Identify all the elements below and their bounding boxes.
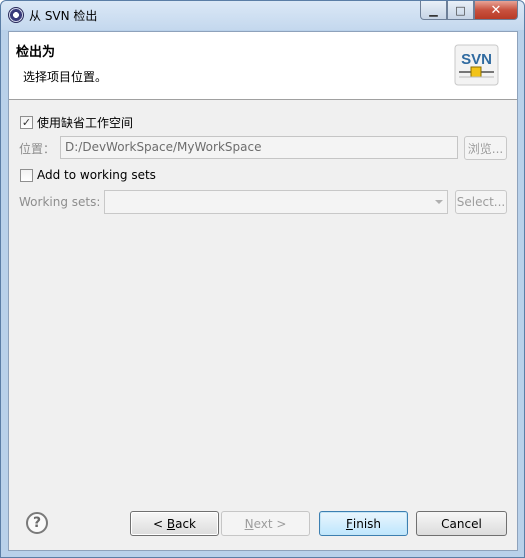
svn-logo-icon: SVN — [454, 44, 499, 86]
add-to-working-sets-row[interactable]: Add to working sets — [20, 168, 156, 182]
close-button[interactable]: ✕ — [474, 1, 518, 20]
title-bar[interactable]: 从 SVN 检出 ▁ □ ✕ — [1, 1, 524, 30]
maximize-button[interactable]: □ — [447, 1, 474, 20]
working-sets-label-row: Working sets: — [19, 195, 100, 209]
select-working-sets-button[interactable]: Select... — [455, 190, 507, 214]
window-title: 从 SVN 检出 — [29, 9, 98, 23]
back-button-mnemonic: B — [166, 516, 176, 531]
back-button[interactable]: < Back — [130, 511, 219, 536]
checkout-dialog-window: 从 SVN 检出 ▁ □ ✕ 检出为 选择项目位置。 SVN ✓ 使用缺省工作空… — [0, 0, 525, 558]
svn-app-icon[interactable] — [8, 7, 24, 23]
working-sets-label: Working sets: — [19, 195, 101, 209]
dialog-client-area: 检出为 选择项目位置。 SVN ✓ 使用缺省工作空间 位置： D:/DevWor… — [8, 31, 518, 551]
use-default-workspace-label: 使用缺省工作空间 — [37, 116, 134, 130]
chevron-down-icon[interactable] — [435, 200, 443, 204]
location-label-row: 位置： — [19, 140, 55, 157]
use-default-workspace-row[interactable]: ✓ 使用缺省工作空间 — [20, 114, 133, 131]
back-button-rest: ack — [175, 516, 196, 531]
svn-logo-text: SVN — [461, 51, 492, 68]
next-button[interactable]: Next > — [221, 511, 310, 536]
next-button-rest: ext > — [253, 516, 287, 531]
back-button-prefix: < — [152, 516, 167, 531]
use-default-workspace-checkbox[interactable]: ✓ — [20, 116, 33, 129]
browse-button[interactable]: 浏览... — [464, 136, 507, 160]
page-title: 检出为 — [16, 45, 56, 60]
caption-buttons: ▁ □ ✕ — [420, 1, 518, 21]
add-to-working-sets-checkbox[interactable] — [20, 168, 33, 182]
page-description: 选择项目位置。 — [23, 70, 108, 84]
finish-button-rest: inish — [352, 516, 382, 531]
add-to-working-sets-label: Add to working sets — [37, 168, 156, 182]
cancel-button[interactable]: Cancel — [416, 511, 507, 536]
next-button-mnemonic: N — [244, 516, 254, 531]
wizard-header: 检出为 选择项目位置。 SVN — [9, 32, 517, 100]
working-sets-combo[interactable] — [104, 190, 448, 214]
location-label: 位置： — [19, 142, 56, 156]
finish-button[interactable]: Finish — [319, 511, 408, 536]
help-icon[interactable]: ? — [26, 512, 48, 534]
location-field[interactable]: D:/DevWorkSpace/MyWorkSpace — [60, 136, 458, 159]
finish-button-mnemonic: F — [345, 516, 353, 531]
minimize-button[interactable]: ▁ — [420, 1, 447, 20]
